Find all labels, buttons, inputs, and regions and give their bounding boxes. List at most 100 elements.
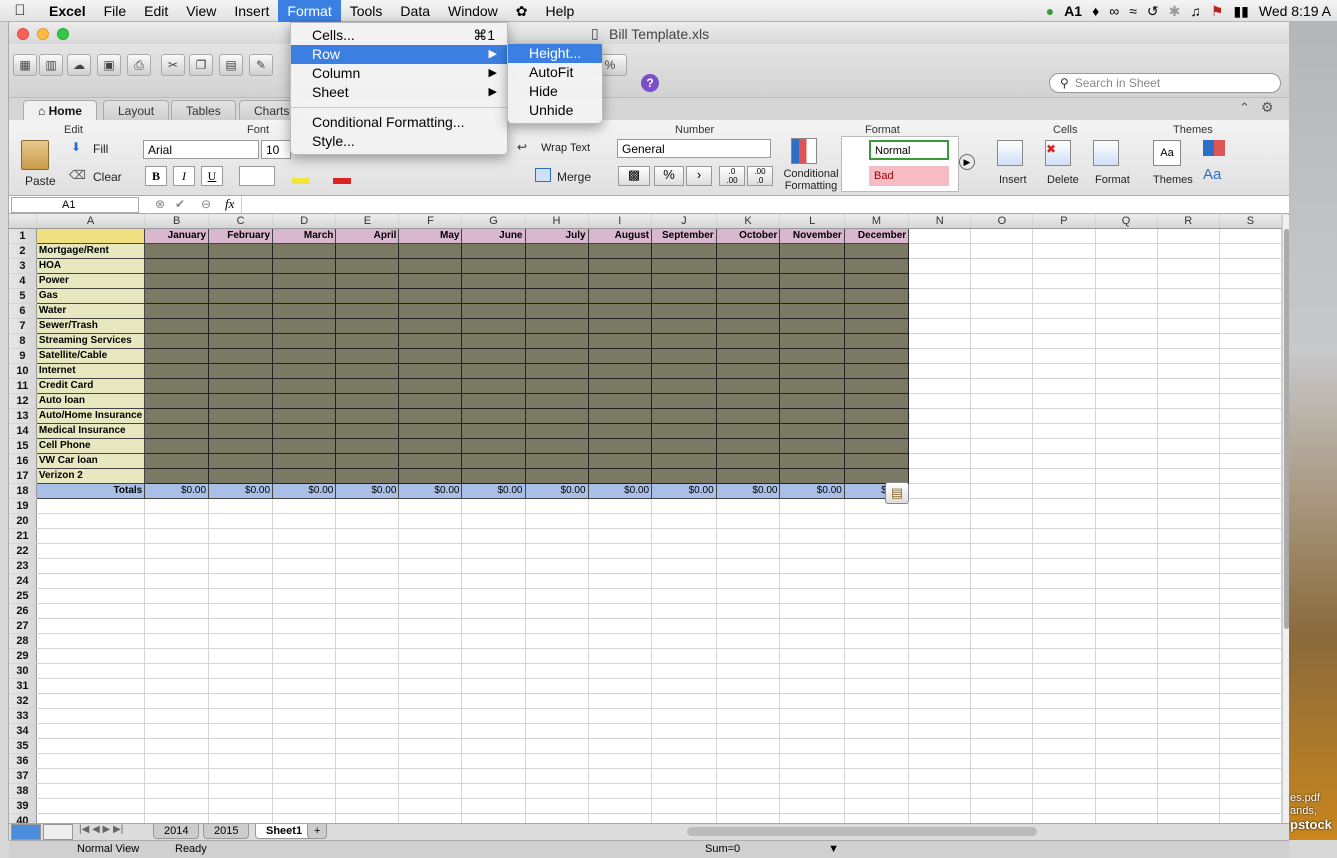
cell[interactable] <box>587 317 653 334</box>
cell[interactable] <box>398 648 463 664</box>
cell[interactable] <box>844 573 910 589</box>
cell[interactable] <box>716 753 781 769</box>
cell[interactable] <box>272 437 337 454</box>
cell[interactable] <box>908 453 972 469</box>
cell[interactable] <box>208 287 274 304</box>
cell[interactable] <box>779 377 845 394</box>
bluetooth-icon[interactable]: ✱ <box>1169 3 1181 20</box>
cell[interactable] <box>843 407 910 424</box>
cell[interactable] <box>970 483 1034 499</box>
decrease-decimal-button[interactable]: .00 .0 <box>747 166 773 186</box>
cell[interactable] <box>779 708 845 724</box>
cell[interactable] <box>1219 588 1282 604</box>
cell[interactable] <box>1219 363 1282 379</box>
cell[interactable] <box>144 407 210 424</box>
cell[interactable] <box>36 663 146 679</box>
cell[interactable] <box>36 528 146 544</box>
cell[interactable] <box>1095 408 1158 424</box>
cell[interactable] <box>1219 753 1282 769</box>
cell[interactable] <box>335 287 400 304</box>
cell[interactable] <box>651 407 717 424</box>
cell[interactable] <box>144 768 210 784</box>
cell[interactable] <box>525 588 589 604</box>
cell[interactable] <box>1095 618 1158 634</box>
cell[interactable] <box>779 347 845 364</box>
cell[interactable] <box>335 407 400 424</box>
cell[interactable] <box>651 437 717 454</box>
cell[interactable] <box>461 573 526 589</box>
cell[interactable] <box>651 813 717 823</box>
cell[interactable] <box>843 422 910 439</box>
cell[interactable] <box>779 302 845 319</box>
cell[interactable] <box>461 798 526 814</box>
help-icon[interactable]: ? <box>641 74 659 92</box>
menu-item-style[interactable]: Style... <box>291 132 507 151</box>
cell[interactable] <box>208 498 274 514</box>
cell[interactable] <box>524 437 589 454</box>
cell[interactable] <box>908 318 972 334</box>
cell[interactable] <box>335 723 400 739</box>
cell[interactable] <box>843 302 910 319</box>
cell[interactable] <box>525 648 589 664</box>
cell[interactable] <box>715 467 781 484</box>
cell[interactable] <box>716 678 781 694</box>
cell[interactable] <box>1157 288 1220 304</box>
cell[interactable] <box>1219 258 1282 274</box>
cell[interactable] <box>970 558 1034 574</box>
submenu-item-height[interactable]: Height... <box>508 44 602 63</box>
cell[interactable] <box>970 663 1034 679</box>
cell[interactable] <box>588 738 653 754</box>
row-header[interactable]: 5 <box>9 288 37 304</box>
cell[interactable] <box>651 317 717 334</box>
cell[interactable] <box>208 738 274 754</box>
cell[interactable] <box>272 693 337 709</box>
cell[interactable] <box>1095 228 1158 244</box>
cell[interactable] <box>208 798 274 814</box>
cell[interactable] <box>524 242 589 259</box>
cell[interactable] <box>587 362 653 379</box>
cell[interactable] <box>272 467 337 484</box>
cell[interactable] <box>587 392 653 409</box>
cell[interactable] <box>144 287 210 304</box>
cell[interactable] <box>524 392 589 409</box>
conditional-formatting-button[interactable]: Conditional Formatting <box>781 168 841 192</box>
cell[interactable] <box>208 392 274 409</box>
cell[interactable] <box>1157 438 1220 454</box>
cell[interactable] <box>461 498 526 514</box>
cell[interactable] <box>970 648 1034 664</box>
cell[interactable] <box>1032 798 1096 814</box>
cell[interactable] <box>36 723 146 739</box>
cell[interactable] <box>588 678 653 694</box>
cell[interactable] <box>970 753 1034 769</box>
cell[interactable]: $0.00 <box>587 482 653 499</box>
percent-button[interactable]: % <box>654 166 684 186</box>
themes-button[interactable]: Themes <box>1153 174 1193 186</box>
cell[interactable] <box>1032 498 1096 514</box>
cell[interactable] <box>844 513 910 529</box>
cell[interactable] <box>1095 393 1158 409</box>
cell[interactable] <box>208 513 274 529</box>
cell[interactable] <box>1095 813 1158 823</box>
cell[interactable] <box>461 723 526 739</box>
cell[interactable] <box>1095 333 1158 349</box>
cell[interactable] <box>588 618 653 634</box>
cell[interactable] <box>335 452 400 469</box>
cell[interactable] <box>651 377 717 394</box>
cell[interactable] <box>588 783 653 799</box>
cell[interactable] <box>398 768 463 784</box>
row-header[interactable]: 11 <box>9 378 37 394</box>
cell[interactable] <box>587 287 653 304</box>
style-normal[interactable]: Normal <box>869 140 949 160</box>
cell[interactable] <box>1095 753 1158 769</box>
cell[interactable] <box>461 708 526 724</box>
cell[interactable] <box>908 588 972 604</box>
notification-icon[interactable]: ♦ <box>1092 3 1099 19</box>
cell[interactable]: November <box>779 227 845 244</box>
cell[interactable] <box>970 348 1034 364</box>
cell[interactable] <box>1032 513 1096 529</box>
cell[interactable] <box>1219 513 1282 529</box>
cell[interactable] <box>908 663 972 679</box>
column-header[interactable]: P <box>1032 215 1096 229</box>
column-header[interactable]: H <box>525 215 589 229</box>
cell[interactable] <box>461 528 526 544</box>
